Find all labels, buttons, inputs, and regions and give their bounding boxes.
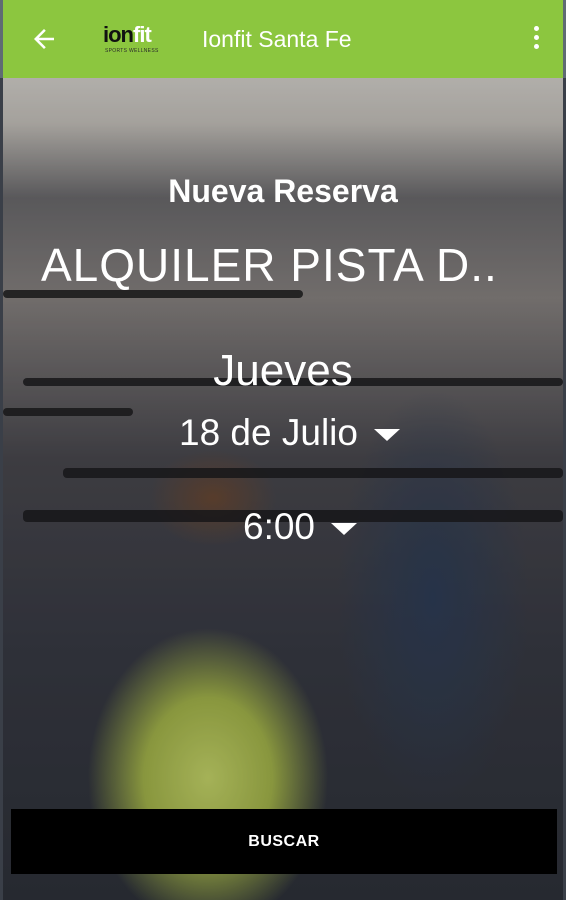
activity-name: ALQUILER PISTA D..: [41, 239, 498, 291]
more-vertical-icon[interactable]: [531, 26, 541, 54]
back-button[interactable]: [29, 24, 59, 54]
arrow-left-icon: [34, 29, 54, 49]
time-value: 6:00: [243, 506, 316, 547]
date-selector[interactable]: 18 de Julio: [179, 412, 400, 454]
app-bar: ionfit SPORTS WELLNESS Ionfit Santa Fe: [0, 0, 566, 78]
page-heading: Nueva Reserva: [168, 173, 398, 209]
app-title: Ionfit Santa Fe: [202, 26, 352, 52]
background-photo: Nueva Reserva ALQUILER PISTA D.. Jueves …: [3, 78, 563, 900]
time-selector[interactable]: 6:00: [243, 506, 358, 548]
date-value: 18 de Julio: [179, 412, 358, 453]
search-button[interactable]: BUSCAR: [11, 809, 557, 874]
dropdown-caret-icon: [373, 429, 400, 441]
day-name: Jueves: [213, 346, 353, 395]
dropdown-caret-icon: [331, 523, 358, 535]
ionfit-logo: ionfit SPORTS WELLNESS: [103, 22, 159, 54]
